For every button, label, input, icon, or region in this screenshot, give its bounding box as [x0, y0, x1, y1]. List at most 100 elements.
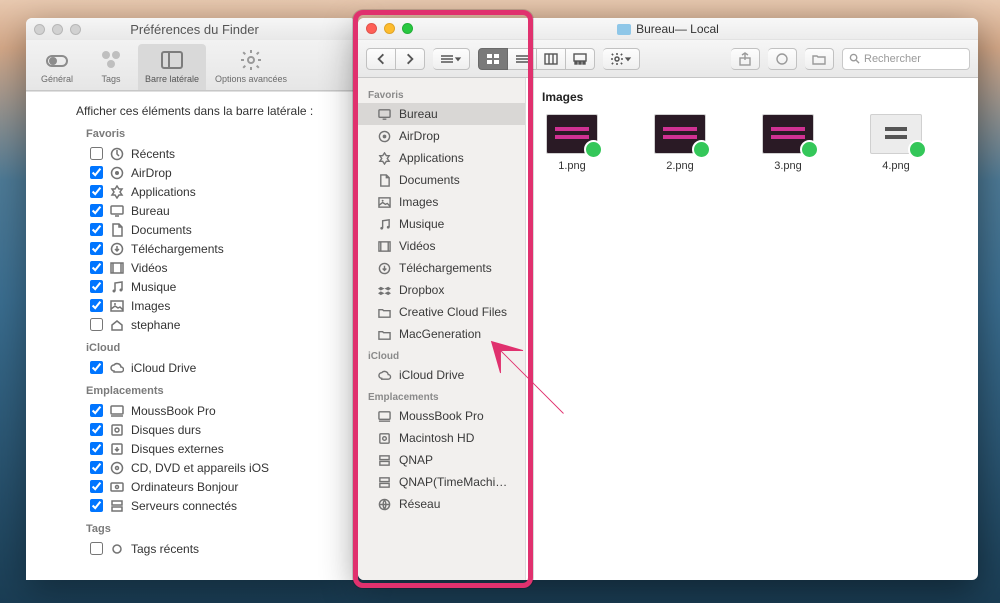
checkbox[interactable] [90, 499, 103, 512]
checkbox[interactable] [90, 361, 103, 374]
finder-preferences-window: Préférences du Finder Général Tags Barre… [26, 18, 356, 580]
checkbox[interactable] [90, 223, 103, 236]
sidebar-item[interactable]: AirDrop [358, 125, 525, 147]
sidebar-item[interactable]: MoussBook Pro [358, 405, 525, 427]
tags-button[interactable] [768, 48, 797, 70]
pref-row-label: Récents [131, 147, 175, 161]
checkbox[interactable] [90, 442, 103, 455]
sidebar-item[interactable]: Applications [358, 147, 525, 169]
clock-icon [109, 147, 125, 161]
checkbox[interactable] [90, 542, 103, 555]
checkbox[interactable] [90, 147, 103, 160]
folder-icon [376, 305, 392, 319]
server-icon [376, 453, 392, 467]
checkbox[interactable] [90, 461, 103, 474]
view-gallery-button[interactable] [566, 48, 595, 70]
file-name: 3.png [758, 160, 818, 172]
checkbox[interactable] [90, 423, 103, 436]
forward-button[interactable] [396, 48, 425, 70]
finder-window: Bureau — Local Rechercher FavorisBureauA… [358, 18, 978, 580]
back-button[interactable] [366, 48, 396, 70]
tab-tags[interactable]: Tags [84, 44, 138, 90]
finder-content[interactable]: Images 1.png 2.png 3.png 4.png [526, 78, 978, 580]
sidebar-item-label: Téléchargements [399, 261, 492, 275]
share-button[interactable] [731, 48, 760, 70]
sidebar-item[interactable]: QNAP [358, 449, 525, 471]
view-switcher [478, 48, 595, 70]
pref-row-label: Téléchargements [131, 242, 224, 256]
tab-sidebar[interactable]: Barre latérale [138, 44, 206, 90]
view-icons-button[interactable] [478, 48, 508, 70]
sidebar-item-label: AirDrop [399, 129, 440, 143]
sidebar-item[interactable]: Documents [358, 169, 525, 191]
checkbox[interactable] [90, 280, 103, 293]
file-tile[interactable]: 1.png [542, 114, 602, 172]
new-folder-button[interactable] [805, 48, 834, 70]
finder-sidebar[interactable]: FavorisBureauAirDropApplicationsDocument… [358, 78, 526, 580]
tab-general-label: Général [41, 74, 73, 84]
movies-icon [376, 239, 392, 253]
pref-row-label: Serveurs connectés [131, 499, 237, 513]
finder-titlebar[interactable]: Bureau — Local [358, 18, 978, 40]
sidebar-item[interactable]: iCloud Drive [358, 364, 525, 386]
action-menu-button[interactable] [603, 48, 640, 70]
close-icon[interactable] [366, 23, 377, 34]
file-tile[interactable]: 4.png [866, 114, 926, 172]
prefs-titlebar[interactable]: Préférences du Finder [26, 18, 356, 40]
server-icon [109, 499, 125, 513]
checkbox[interactable] [90, 404, 103, 417]
sidebar-item[interactable]: Bureau [358, 103, 525, 125]
sidebar-item[interactable]: Dropbox [358, 279, 525, 301]
tab-sidebar-label: Barre latérale [145, 74, 199, 84]
pref-row: iCloud Drive [36, 358, 356, 377]
sidebar-item[interactable]: Images [358, 191, 525, 213]
tab-advanced[interactable]: Options avancées [206, 44, 296, 90]
sidebar-item[interactable]: Macintosh HD [358, 427, 525, 449]
sidebar-item[interactable]: Musique [358, 213, 525, 235]
thumbnail [762, 114, 814, 154]
file-tile[interactable]: 2.png [650, 114, 710, 172]
path-title: Images [542, 90, 962, 104]
pictures-icon [376, 195, 392, 209]
dropbox-icon [376, 283, 392, 297]
checkbox[interactable] [90, 204, 103, 217]
checkbox[interactable] [90, 299, 103, 312]
desktop-icon [376, 107, 392, 121]
sidebar-item[interactable]: Téléchargements [358, 257, 525, 279]
pref-row-label: Disques externes [131, 442, 224, 456]
pref-row-label: Documents [131, 223, 192, 237]
view-list-button[interactable] [508, 48, 537, 70]
tab-general[interactable]: Général [30, 44, 84, 90]
checkbox[interactable] [90, 261, 103, 274]
sidebar-item-label: MacGeneration [399, 327, 481, 341]
sidebar-item[interactable]: QNAP(TimeMachi… [358, 471, 525, 493]
view-columns-button[interactable] [537, 48, 566, 70]
sidebar-item[interactable]: MacGeneration [358, 323, 525, 345]
disk-icon [109, 423, 125, 437]
checkbox[interactable] [90, 480, 103, 493]
airdrop-icon [109, 166, 125, 180]
minimize-icon[interactable] [384, 23, 395, 34]
sidebar-item[interactable]: Réseau [358, 493, 525, 515]
bonjour-icon [109, 480, 125, 494]
group-button[interactable] [433, 48, 470, 70]
cloud-icon [376, 368, 392, 382]
tab-tags-label: Tags [101, 74, 120, 84]
pref-row-label: MoussBook Pro [131, 404, 216, 418]
checkbox[interactable] [90, 318, 103, 331]
search-input[interactable]: Rechercher [842, 48, 970, 70]
folder-icon [617, 24, 631, 35]
file-tile[interactable]: 3.png [758, 114, 818, 172]
checkbox[interactable] [90, 166, 103, 179]
sidebar-item-label: iCloud Drive [399, 368, 464, 382]
pref-row-label: iCloud Drive [131, 361, 196, 375]
sidebar-icon [160, 48, 184, 72]
checkbox[interactable] [90, 242, 103, 255]
checkbox[interactable] [90, 185, 103, 198]
sidebar-item[interactable]: Vidéos [358, 235, 525, 257]
sidebar-item-label: QNAP(TimeMachi… [399, 475, 507, 489]
documents-icon [109, 223, 125, 237]
section-emplacements: Emplacements [86, 385, 356, 397]
sidebar-item[interactable]: Creative Cloud Files [358, 301, 525, 323]
zoom-icon[interactable] [402, 23, 413, 34]
